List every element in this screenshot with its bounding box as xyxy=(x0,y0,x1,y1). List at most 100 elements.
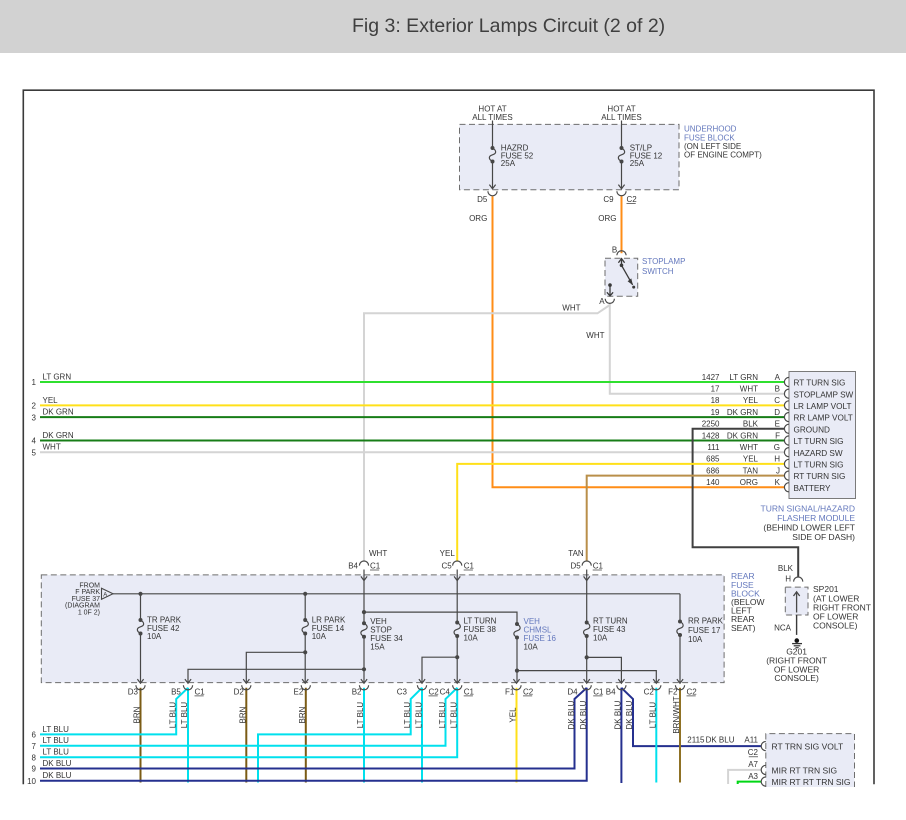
svg-text:C1: C1 xyxy=(464,687,475,696)
svg-text:MIR RT RT TRN SIG: MIR RT RT TRN SIG xyxy=(772,777,851,787)
svg-text:LT BLU: LT BLU xyxy=(169,702,178,729)
svg-text:HOT AT: HOT AT xyxy=(478,105,506,114)
svg-text:K: K xyxy=(775,478,781,487)
svg-text:C1: C1 xyxy=(593,561,604,570)
svg-text:H: H xyxy=(774,455,780,464)
svg-text:DK BLU: DK BLU xyxy=(706,736,735,745)
svg-text:B2: B2 xyxy=(352,687,362,696)
svg-text:1427: 1427 xyxy=(702,373,720,382)
svg-text:RR LAMP VOLT: RR LAMP VOLT xyxy=(794,414,853,423)
svg-text:C9: C9 xyxy=(603,195,614,204)
svg-text:A11: A11 xyxy=(744,736,758,745)
svg-text:686: 686 xyxy=(706,466,720,475)
svg-text:SIDE OF DASH): SIDE OF DASH) xyxy=(792,532,855,542)
svg-text:J: J xyxy=(776,466,780,475)
svg-text:LT BLU: LT BLU xyxy=(403,702,412,729)
svg-text:FUSE 17: FUSE 17 xyxy=(688,626,721,635)
svg-text:ALL TIMES: ALL TIMES xyxy=(601,113,641,122)
svg-text:LT BLU: LT BLU xyxy=(450,702,459,729)
svg-text:ALL TIMES: ALL TIMES xyxy=(472,113,512,122)
svg-text:D: D xyxy=(774,408,780,417)
svg-text:19: 19 xyxy=(711,408,720,417)
svg-text:10A: 10A xyxy=(524,643,539,652)
svg-text:4: 4 xyxy=(32,437,37,446)
svg-text:OF ENGINE COMPT): OF ENGINE COMPT) xyxy=(684,151,762,160)
svg-text:DK GRN: DK GRN xyxy=(43,431,74,440)
svg-text:STOPLAMP SW: STOPLAMP SW xyxy=(794,390,854,399)
svg-text:15A: 15A xyxy=(370,643,385,652)
svg-text:LT BLU: LT BLU xyxy=(43,725,70,734)
svg-text:YEL: YEL xyxy=(440,549,456,558)
svg-text:2115: 2115 xyxy=(687,736,705,745)
svg-text:A: A xyxy=(775,373,781,382)
svg-text:STOPLAMP: STOPLAMP xyxy=(642,257,685,266)
svg-text:BRN/WHT: BRN/WHT xyxy=(672,696,681,733)
svg-text:B: B xyxy=(775,385,780,394)
svg-text:HOT AT: HOT AT xyxy=(607,105,635,114)
svg-text:BLK: BLK xyxy=(778,564,794,573)
svg-text:YEL: YEL xyxy=(509,707,518,723)
svg-text:ORG: ORG xyxy=(740,478,758,487)
svg-text:E2: E2 xyxy=(294,687,304,696)
svg-text:F: F xyxy=(775,431,780,440)
svg-text:C4: C4 xyxy=(440,687,451,696)
svg-text:DK GRN: DK GRN xyxy=(727,431,758,440)
svg-text:LT GRN: LT GRN xyxy=(43,372,72,381)
svg-text:BRN: BRN xyxy=(133,706,142,723)
svg-text:9: 9 xyxy=(32,765,37,774)
svg-text:LT BLU: LT BLU xyxy=(356,702,365,729)
svg-text:10A: 10A xyxy=(312,632,327,641)
svg-text:SEAT): SEAT) xyxy=(731,623,756,633)
svg-text:25A: 25A xyxy=(501,159,516,168)
svg-text:D5: D5 xyxy=(570,561,581,570)
svg-text:WHT: WHT xyxy=(43,443,61,452)
svg-text:2250: 2250 xyxy=(702,420,720,429)
svg-text:C2: C2 xyxy=(748,748,759,757)
svg-text:A7: A7 xyxy=(748,760,758,769)
svg-text:C1: C1 xyxy=(593,687,604,696)
svg-text:TURN SIGNAL/HAZARD: TURN SIGNAL/HAZARD xyxy=(761,503,855,513)
svg-text:DK GRN: DK GRN xyxy=(43,408,74,417)
svg-text:B: B xyxy=(612,246,617,255)
svg-text:LT BLU: LT BLU xyxy=(649,702,658,729)
svg-text:YEL: YEL xyxy=(743,455,759,464)
svg-text:DK BLU: DK BLU xyxy=(567,700,576,729)
svg-text:HAZARD SW: HAZARD SW xyxy=(794,449,843,458)
svg-text:3: 3 xyxy=(32,413,37,422)
svg-text:ORG: ORG xyxy=(469,214,487,223)
svg-text:WHT: WHT xyxy=(740,385,758,394)
svg-text:A3: A3 xyxy=(748,772,758,781)
svg-text:DK BLU: DK BLU xyxy=(43,759,72,768)
svg-text:SWITCH: SWITCH xyxy=(642,267,674,276)
svg-text:FLASHER MODULE: FLASHER MODULE xyxy=(777,513,855,523)
svg-text:LT BLU: LT BLU xyxy=(414,702,423,729)
svg-text:DK BLU: DK BLU xyxy=(43,771,72,780)
svg-text:RT TRN SIG VOLT: RT TRN SIG VOLT xyxy=(772,741,844,751)
svg-text:BRN: BRN xyxy=(239,706,248,723)
svg-text:18: 18 xyxy=(711,396,720,405)
svg-text:6: 6 xyxy=(32,731,37,740)
svg-text:10A: 10A xyxy=(593,633,608,642)
svg-text:CONSOLE): CONSOLE) xyxy=(813,621,858,631)
svg-text:GROUND: GROUND xyxy=(794,425,830,434)
svg-text:1 0F 2): 1 0F 2) xyxy=(78,610,100,617)
svg-text:(BEHIND LOWER LEFT: (BEHIND LOWER LEFT xyxy=(763,522,855,532)
svg-text:D4: D4 xyxy=(567,687,578,696)
svg-text:WHT: WHT xyxy=(369,549,387,558)
svg-text:Fig 3: Exterior Lamps Circuit: Fig 3: Exterior Lamps Circuit (2 of 2) xyxy=(352,15,665,37)
svg-text:WHT: WHT xyxy=(740,443,758,452)
svg-text:25A: 25A xyxy=(630,159,645,168)
svg-text:DK BLU: DK BLU xyxy=(579,700,588,729)
svg-text:LT BLU: LT BLU xyxy=(180,702,189,729)
svg-text:B4: B4 xyxy=(606,687,616,696)
svg-text:10A: 10A xyxy=(688,635,703,644)
svg-text:685: 685 xyxy=(706,455,720,464)
svg-text:DK BLU: DK BLU xyxy=(614,700,623,729)
svg-text:2: 2 xyxy=(32,402,37,411)
svg-text:D5: D5 xyxy=(477,195,488,204)
svg-text:F1: F1 xyxy=(505,687,515,696)
svg-text:WHT: WHT xyxy=(562,303,580,312)
svg-text:DK BLU: DK BLU xyxy=(625,700,634,729)
svg-text:C2: C2 xyxy=(627,195,638,204)
svg-text:LT BLU: LT BLU xyxy=(43,748,70,757)
